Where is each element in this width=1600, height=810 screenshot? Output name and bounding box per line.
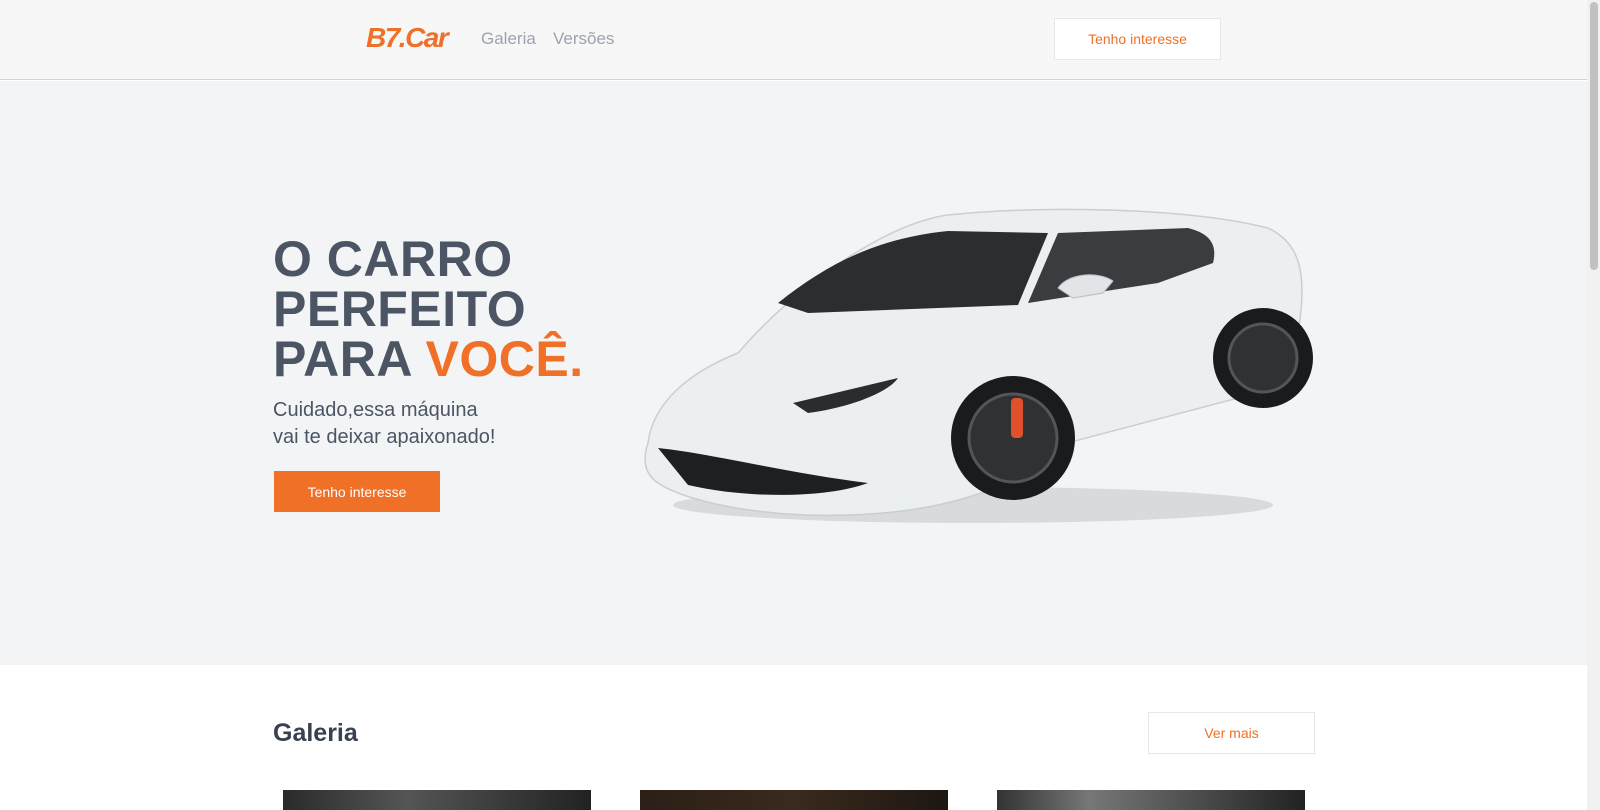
- page-scrollbar[interactable]: [1587, 0, 1600, 810]
- hero-title: O CARRO PERFEITO PARA VOCÊ.: [273, 234, 584, 384]
- nav-link-galeria[interactable]: Galeria: [481, 29, 536, 49]
- hero-subtitle-line1: Cuidado,essa máquina: [273, 399, 478, 421]
- hero-title-accent: VOCÊ.: [425, 331, 584, 387]
- gallery-section: Galeria Ver mais: [0, 665, 1587, 810]
- nav-link-versoes[interactable]: Versões: [553, 29, 614, 49]
- gallery-image-3[interactable]: [997, 790, 1305, 810]
- hero-subtitle: Cuidado,essa máquina vai te deixar apaix…: [273, 397, 573, 451]
- car-windshield: [778, 231, 1048, 313]
- site-header: B7.Car Galeria Versões Tenho interesse: [0, 0, 1587, 80]
- gallery-image-1[interactable]: [283, 790, 591, 810]
- header-interest-button[interactable]: Tenho interesse: [1054, 18, 1221, 60]
- gallery-image-2[interactable]: [640, 790, 948, 810]
- car-image: [644, 208, 1313, 523]
- hero-title-line2: PERFEITO: [273, 281, 527, 337]
- gallery-more-button[interactable]: Ver mais: [1148, 712, 1315, 754]
- site-logo[interactable]: B7.Car: [366, 22, 449, 54]
- hero-interest-button[interactable]: Tenho interesse: [274, 471, 440, 512]
- gallery-title: Galeria: [273, 719, 358, 747]
- hero-section: O CARRO PERFEITO PARA VOCÊ. Cuidado,essa…: [0, 81, 1587, 665]
- scrollbar-thumb[interactable]: [1590, 2, 1598, 270]
- hero-title-line3: PARA: [273, 331, 426, 387]
- car-brake-caliper: [1011, 398, 1023, 438]
- hero-title-line1: O CARRO: [273, 231, 513, 287]
- car-rear-rim: [1227, 322, 1299, 394]
- hero-subtitle-line2: vai te deixar apaixonado!: [273, 426, 496, 448]
